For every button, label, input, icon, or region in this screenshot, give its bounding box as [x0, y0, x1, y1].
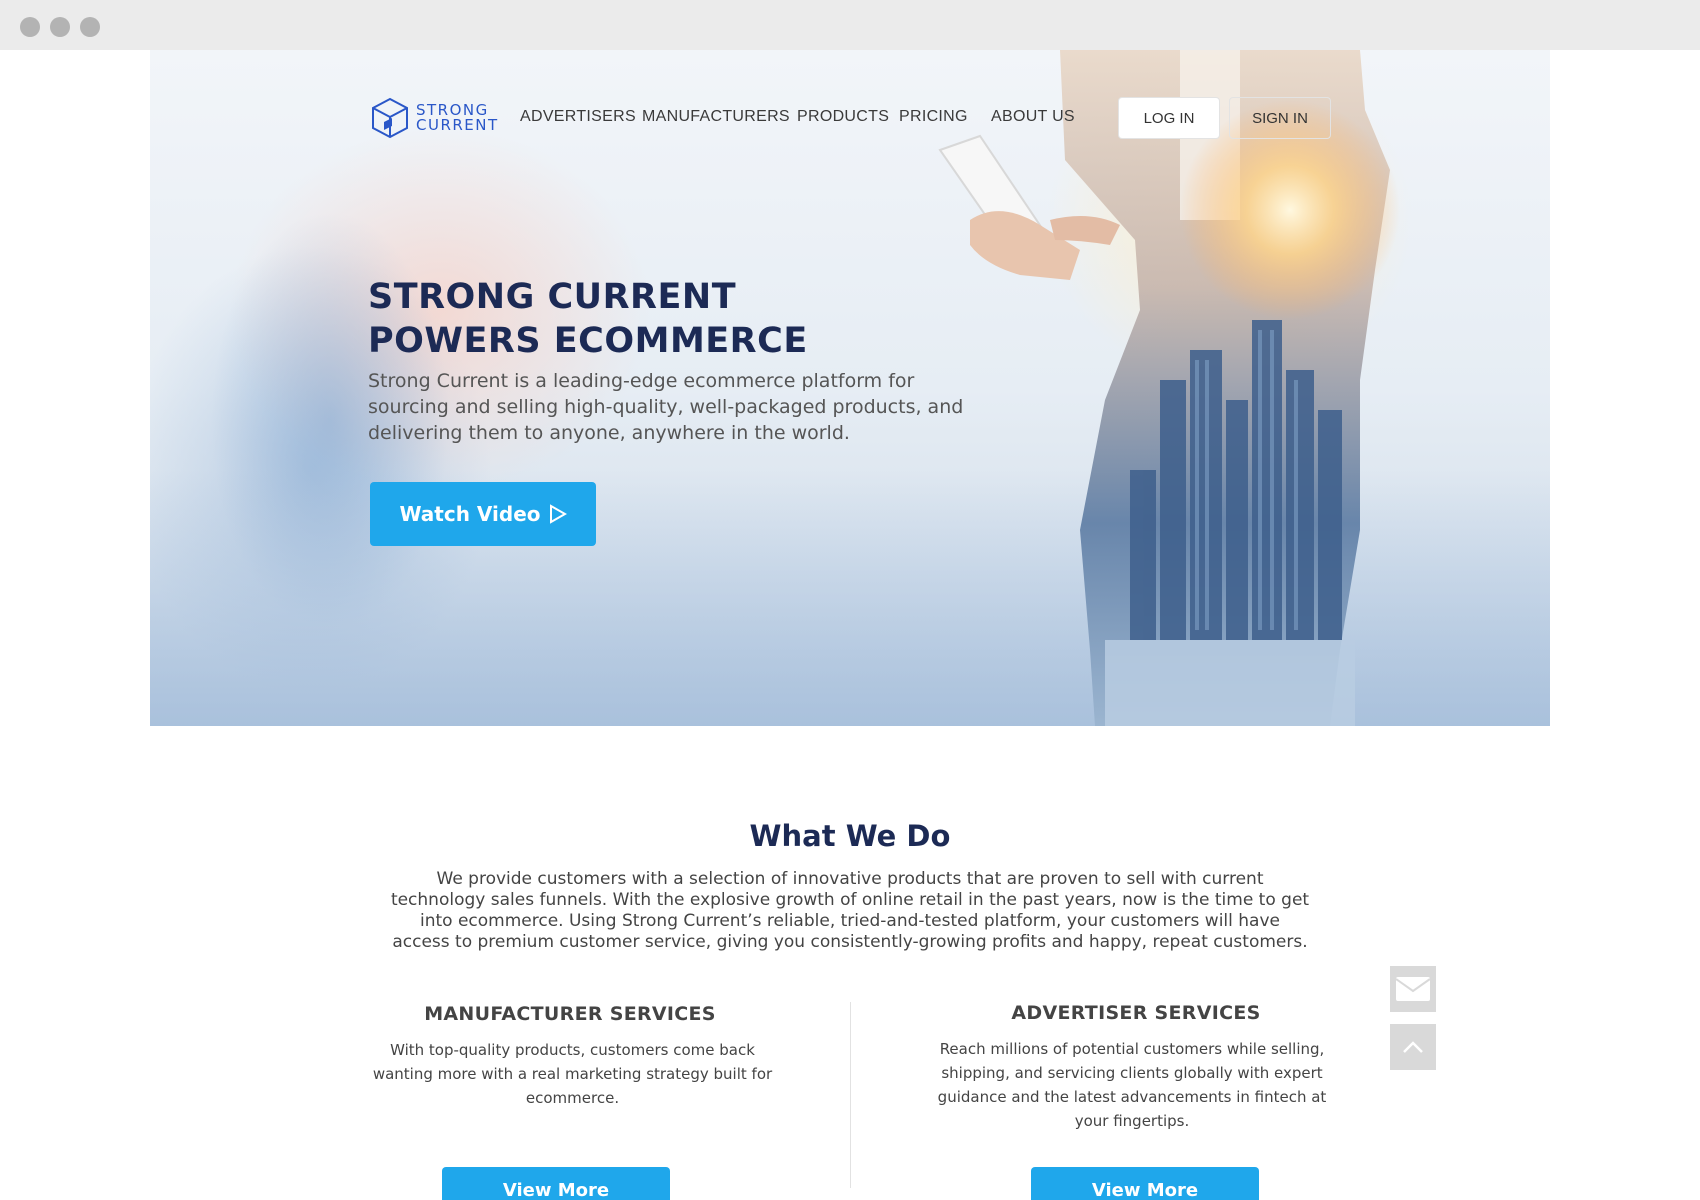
section-description: We provide customers with a selection of…: [390, 869, 1310, 952]
back-to-top-button[interactable]: [1390, 1024, 1436, 1070]
advertiser-services-description: Reach millions of potential customers wh…: [937, 1040, 1327, 1130]
play-icon: [549, 504, 567, 524]
column-divider: [850, 1002, 851, 1188]
advertiser-services-title: ADVERTISER SERVICES: [1011, 1002, 1261, 1024]
nav-advertisers[interactable]: ADVERTISERS: [520, 108, 636, 126]
login-button[interactable]: LOG IN: [1118, 97, 1220, 139]
nav-products[interactable]: PRODUCTS: [797, 108, 889, 126]
watch-video-label: Watch Video: [399, 502, 541, 526]
window-close-dot[interactable]: [20, 17, 40, 37]
logo-text-line2: CURRENT: [416, 116, 499, 134]
window-maximize-dot[interactable]: [80, 17, 100, 37]
section-title: What We Do: [749, 819, 951, 853]
hero-title: STRONG CURRENT POWERS ECOMMERCE: [368, 277, 808, 361]
manufacturer-services-description: With top-quality products, customers com…: [372, 1041, 773, 1107]
contact-mail-button[interactable]: [1390, 966, 1436, 1012]
window-minimize-dot[interactable]: [50, 17, 70, 37]
nav-manufacturers[interactable]: MANUFACTURERS: [642, 108, 790, 126]
watch-video-button[interactable]: Watch Video: [370, 482, 596, 546]
browser-titlebar: [0, 0, 1700, 50]
businessman-city-image: [938, 50, 1400, 726]
manufacturer-services-title: MANUFACTURER SERVICES: [424, 1003, 716, 1025]
nav-about-us[interactable]: ABOUT US: [991, 108, 1075, 126]
cube-logo-icon: [372, 97, 408, 139]
chevron-up-icon: [1403, 1041, 1423, 1053]
nav-pricing[interactable]: PRICING: [899, 108, 968, 126]
brand-logo[interactable]: STRONG CURRENT: [370, 95, 500, 141]
signin-button[interactable]: SIGN IN: [1229, 97, 1331, 139]
hero-subtitle: Strong Current is a leading-edge ecommer…: [368, 370, 964, 444]
manufacturer-view-more-button[interactable]: View More: [442, 1167, 670, 1200]
mail-icon: [1395, 977, 1431, 1001]
advertiser-view-more-button[interactable]: View More: [1031, 1167, 1259, 1200]
